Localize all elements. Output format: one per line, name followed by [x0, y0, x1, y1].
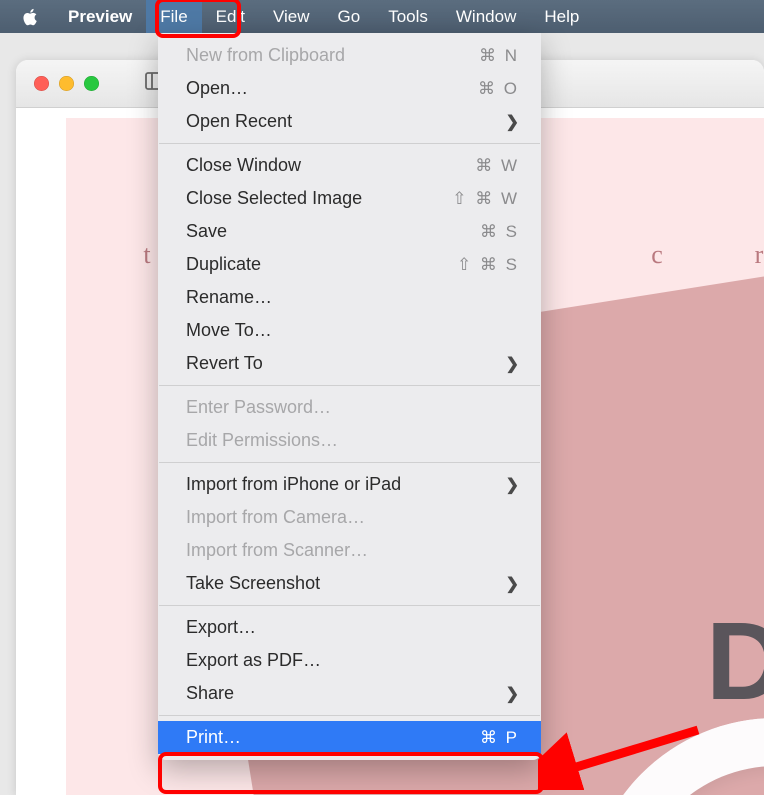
menu-item-print[interactable]: Print… ⌘ P [158, 721, 541, 754]
menu-item-shortcut: ⌘ P [480, 728, 519, 748]
menubar: Preview File Edit View Go Tools Window H… [0, 0, 764, 33]
menu-item-label: Save [186, 221, 227, 242]
menu-item-label: Revert To [186, 353, 263, 374]
menu-item-label: Close Window [186, 155, 301, 176]
menu-item-label: Close Selected Image [186, 188, 362, 209]
menu-item-take-screenshot[interactable]: Take Screenshot ❯ [158, 567, 541, 600]
menu-item-label: Import from iPhone or iPad [186, 474, 401, 495]
window-zoom-button[interactable] [84, 76, 99, 91]
doc-letter: r [708, 240, 764, 270]
menu-item-label: Share [186, 683, 234, 704]
menubar-item-edit[interactable]: Edit [202, 0, 259, 33]
menu-item-shortcut: ⌘ W [475, 156, 519, 176]
menu-separator [159, 143, 540, 144]
menubar-item-go[interactable]: Go [324, 0, 375, 33]
menubar-item-file[interactable]: File [146, 0, 201, 33]
menu-item-shortcut: ⌘ O [478, 79, 519, 99]
chevron-right-icon: ❯ [506, 574, 519, 594]
menu-item-shortcut: ⇧ ⌘ W [452, 189, 519, 209]
menu-item-export-as-pdf[interactable]: Export as PDF… [158, 644, 541, 677]
chevron-right-icon: ❯ [506, 354, 519, 374]
menu-item-duplicate[interactable]: Duplicate ⇧ ⌘ S [158, 248, 541, 281]
menu-item-shortcut: ⇧ ⌘ S [457, 255, 519, 275]
menu-item-label: Open Recent [186, 111, 292, 132]
menu-item-open[interactable]: Open… ⌘ O [158, 72, 541, 105]
menubar-item-view[interactable]: View [259, 0, 324, 33]
window-close-button[interactable] [34, 76, 49, 91]
doc-big-text: Do [706, 598, 764, 725]
menu-item-label: Edit Permissions… [186, 430, 338, 451]
menu-item-label: Export as PDF… [186, 650, 321, 671]
menu-separator [159, 715, 540, 716]
menu-item-label: Enter Password… [186, 397, 331, 418]
menu-item-import-from-camera: Import from Camera… [158, 501, 541, 534]
menubar-item-help[interactable]: Help [530, 0, 593, 33]
menu-item-import-from-iphone-or-ipad[interactable]: Import from iPhone or iPad ❯ [158, 468, 541, 501]
menu-item-export[interactable]: Export… [158, 611, 541, 644]
chevron-right-icon: ❯ [506, 684, 519, 704]
menu-item-label: Import from Camera… [186, 507, 365, 528]
chevron-right-icon: ❯ [506, 112, 519, 132]
menu-item-move-to[interactable]: Move To… [158, 314, 541, 347]
chevron-right-icon: ❯ [506, 475, 519, 495]
menu-item-revert-to[interactable]: Revert To ❯ [158, 347, 541, 380]
menubar-app-name[interactable]: Preview [54, 0, 146, 33]
menu-item-rename[interactable]: Rename… [158, 281, 541, 314]
menu-item-share[interactable]: Share ❯ [158, 677, 541, 710]
doc-letter: c [606, 240, 708, 270]
menu-item-import-from-scanner: Import from Scanner… [158, 534, 541, 567]
menu-item-shortcut: ⌘ N [479, 46, 519, 66]
menu-item-label: Export… [186, 617, 256, 638]
menu-item-close-window[interactable]: Close Window ⌘ W [158, 149, 541, 182]
menu-item-label: Open… [186, 78, 248, 99]
apple-logo-icon[interactable] [22, 8, 40, 26]
menu-item-label: Take Screenshot [186, 573, 320, 594]
window-minimize-button[interactable] [59, 76, 74, 91]
menubar-item-window[interactable]: Window [442, 0, 530, 33]
menu-item-label: Duplicate [186, 254, 261, 275]
menu-item-new-from-clipboard: New from Clipboard ⌘ N [158, 39, 541, 72]
menu-item-label: New from Clipboard [186, 45, 345, 66]
menu-item-save[interactable]: Save ⌘ S [158, 215, 541, 248]
menu-item-label: Rename… [186, 287, 272, 308]
menubar-item-tools[interactable]: Tools [374, 0, 442, 33]
menu-item-shortcut: ⌘ S [480, 222, 519, 242]
menu-item-open-recent[interactable]: Open Recent ❯ [158, 105, 541, 138]
menu-separator [159, 605, 540, 606]
menu-item-edit-permissions: Edit Permissions… [158, 424, 541, 457]
menu-separator [159, 462, 540, 463]
menu-separator [159, 385, 540, 386]
file-menu: New from Clipboard ⌘ N Open… ⌘ O Open Recent… [158, 33, 541, 760]
menu-item-close-selected-image[interactable]: Close Selected Image ⇧ ⌘ W [158, 182, 541, 215]
menu-item-label: Import from Scanner… [186, 540, 368, 561]
menu-item-label: Print… [186, 727, 241, 748]
menu-item-enter-password: Enter Password… [158, 391, 541, 424]
menu-item-label: Move To… [186, 320, 272, 341]
